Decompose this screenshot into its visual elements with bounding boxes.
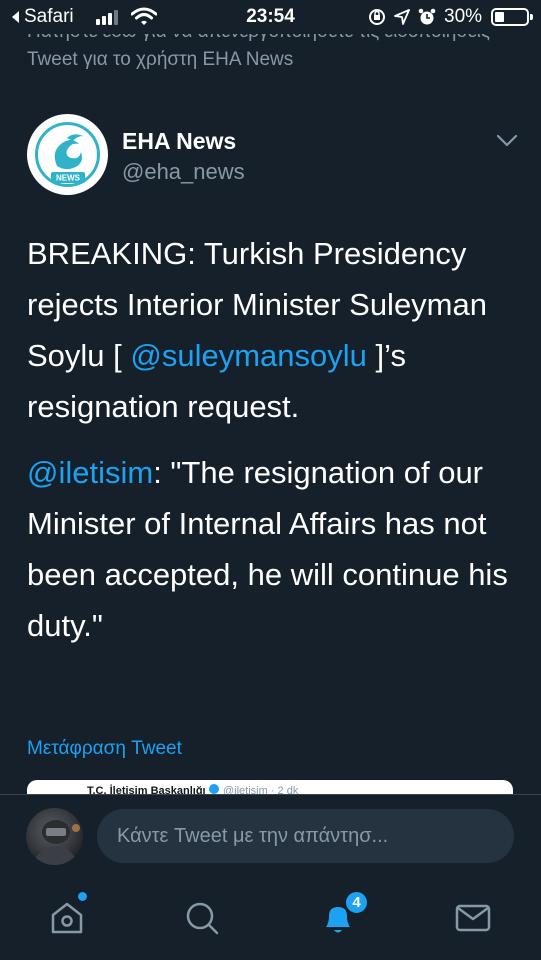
location-arrow-icon: [394, 9, 410, 25]
bottom-tab-bar: 4: [0, 874, 541, 960]
alarm-clock-icon: [418, 8, 436, 25]
tweet-header: NEWS EHA News @eha_news: [27, 114, 518, 196]
status-right-icons: 30%: [368, 6, 482, 28]
search-icon: [186, 902, 219, 935]
orientation-lock-icon: [369, 9, 385, 25]
chevron-down-icon[interactable]: [496, 134, 518, 148]
verified-badge-icon: [209, 784, 219, 794]
battery-percentage: 30%: [444, 6, 483, 27]
mail-icon: [455, 904, 491, 932]
tab-notifications[interactable]: 4: [316, 890, 369, 940]
status-bar: Safari 23:54 30%: [0, 0, 541, 34]
author-handle[interactable]: @eha_news: [122, 159, 245, 185]
user-avatar[interactable]: [26, 808, 83, 865]
reply-input[interactable]: [97, 809, 514, 863]
tab-search[interactable]: [180, 896, 224, 940]
tweet-text: BREAKING: Turkish Presidency rejects Int…: [27, 228, 517, 651]
reply-compose-bar: [0, 794, 541, 874]
eha-news-logo: NEWS: [35, 122, 100, 187]
author-display-name[interactable]: EHA News: [122, 128, 236, 155]
notifications-count-badge: 4: [344, 890, 369, 915]
tab-messages[interactable]: [451, 896, 495, 940]
tab-home[interactable]: [45, 892, 89, 940]
mention-link[interactable]: @iletisim: [27, 455, 153, 490]
new-content-dot: [78, 892, 87, 901]
tweet-paragraph: BREAKING: Turkish Presidency rejects Int…: [27, 228, 517, 432]
author-avatar[interactable]: NEWS: [27, 114, 108, 195]
user-avatar-image: [32, 820, 80, 865]
home-icon: [51, 902, 83, 934]
mention-link[interactable]: @suleymansoylu: [130, 338, 367, 373]
tweet-paragraph: @iletisim: "The resignation of our Minis…: [27, 447, 517, 651]
translate-tweet-link[interactable]: Μετάφραση Tweet: [27, 738, 182, 760]
logo-badge-text: NEWS: [56, 174, 81, 183]
battery-icon: [491, 8, 533, 26]
